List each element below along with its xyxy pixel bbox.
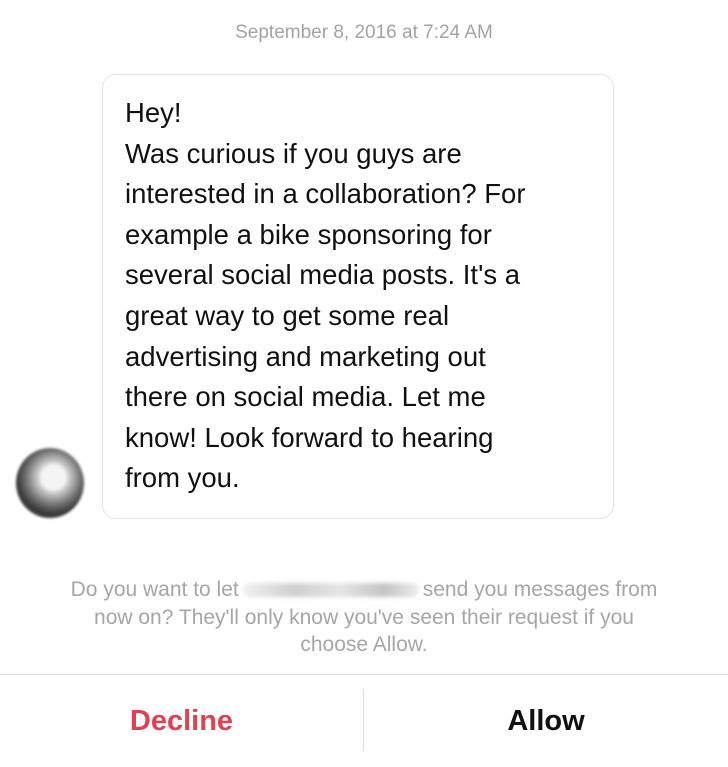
message-line: there on social media. Let me [125,381,486,413]
message-line: from you. [125,462,240,494]
message-request-prompt: Do you want to let send you messages from… [0,576,728,659]
message-timestamp: September 8, 2016 at 7:24 AM [235,22,493,43]
message-line: several social media posts. It's a [125,259,521,291]
message-line: advertising and marketing out [125,340,486,372]
message-line: Hey! [125,97,182,128]
prompt-text: send you messages from [422,578,658,601]
message-line: interested in a collaboration? For [125,178,526,210]
message-line: example a bike sponsoring for [125,218,492,250]
prompt-line-3: choose Allow. [300,633,428,656]
message-bubble: Hey! Was curious if you guys are interes… [102,74,614,519]
redacted-username [242,583,419,598]
prompt-line-2: now on? They'll only know you've seen th… [94,605,634,629]
message-line: know! Look forward to hearing [125,421,494,453]
prompt-line-1: Do you want to let send you messages from [0,576,728,604]
prompt-text: Do you want to let [70,578,239,601]
message-line: great way to get some real [125,299,450,331]
decline-button[interactable]: Decline [0,675,363,767]
allow-button[interactable]: Allow [364,675,728,767]
message-line: Was curious if you guys are [125,137,462,169]
sender-avatar[interactable] [16,448,84,518]
